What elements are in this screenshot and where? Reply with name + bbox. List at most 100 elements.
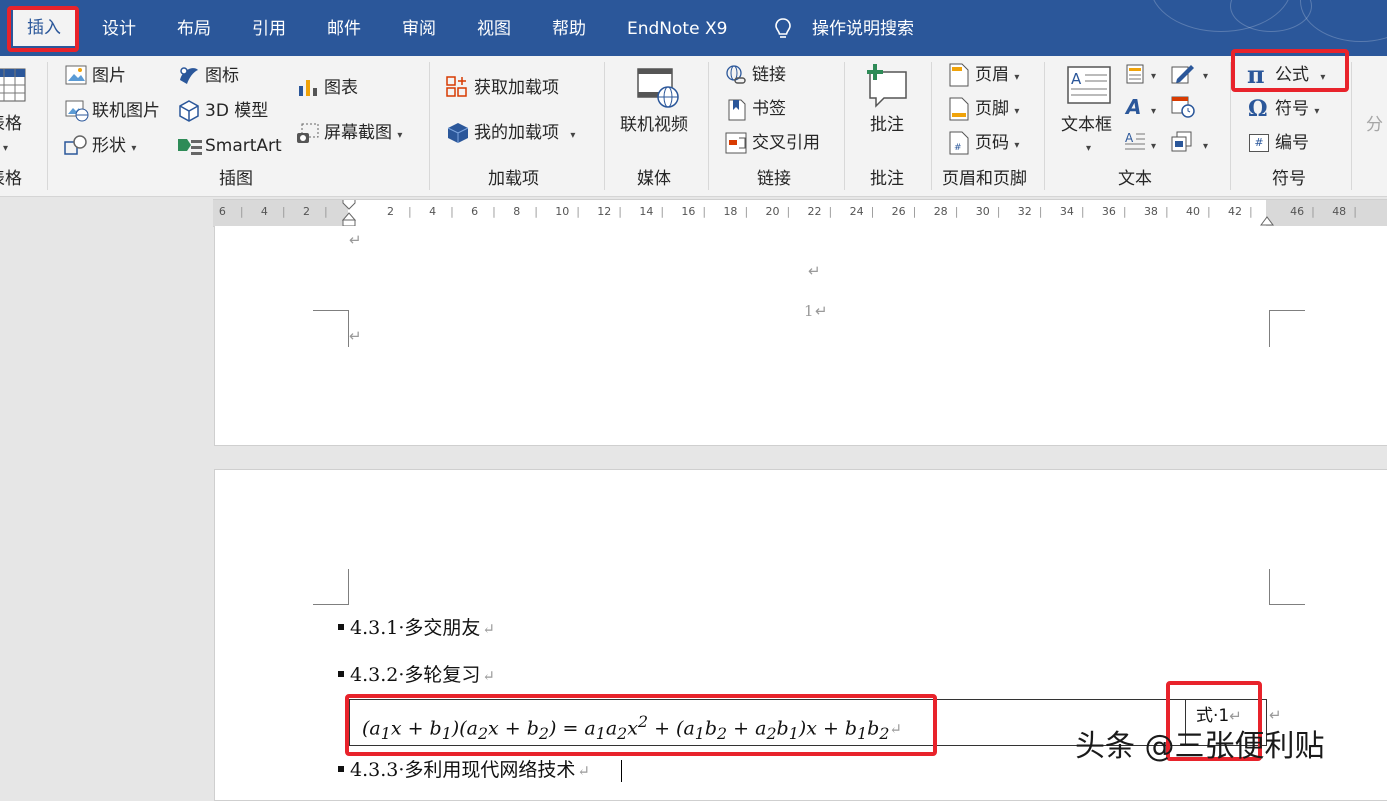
tab-endnote[interactable]: EndNote X9 [627, 17, 727, 41]
ruler-tick-label: 16 [681, 205, 696, 218]
my-addins-button[interactable]: 我的加载项 ▾ [474, 122, 575, 147]
tell-me-search[interactable]: 操作说明搜索 [812, 17, 914, 41]
pictures-button[interactable]: 图片 [92, 65, 126, 87]
ruler-tick-mark: | [996, 205, 1001, 218]
icons-button[interactable]: 图标 [205, 65, 239, 87]
ruler-tick-mark: | [323, 205, 328, 218]
online-video-button[interactable]: 联机视频 [620, 114, 688, 136]
header-dropdown-caret[interactable]: ▾ [1014, 72, 1019, 83]
quick-parts-dropdown-caret[interactable]: ▾ [1151, 66, 1156, 88]
cut-off-group-button[interactable]: 分 [1366, 114, 1383, 136]
crop-mark [1269, 569, 1305, 605]
group-separator [708, 62, 709, 190]
online-pictures-button[interactable]: 联机图片 [92, 100, 160, 122]
cross-reference-button[interactable]: 交叉引用 [752, 132, 820, 154]
document-page-1[interactable] [214, 226, 1387, 446]
ruler-tick-label: 18 [723, 205, 738, 218]
paragraph-mark: ↵ [482, 667, 495, 685]
paragraph-mark: ↵ [482, 620, 495, 638]
group-separator [604, 62, 605, 190]
omega-icon: Ω [1248, 96, 1268, 122]
paragraph-mark: ↵ [349, 231, 362, 249]
insert-tab-highlight [7, 6, 79, 52]
chart-button[interactable]: 图表 [324, 77, 358, 99]
ruler-tick-mark: | [702, 205, 707, 218]
ribbon-tab-bar: 插入 设计 布局 引用 邮件 审阅 视图 帮助 EndNote X9 操作说明搜… [0, 0, 1387, 56]
bookmark-icon [728, 99, 746, 121]
my-addins-label: 我的加载项 [474, 123, 559, 143]
page-number-dropdown-caret[interactable]: ▾ [1014, 140, 1019, 151]
heading-4-3-3[interactable]: 4.3.3·多利用现代网络技术 ↵ [338, 758, 590, 782]
symbol-button[interactable]: 符号 ▾ [1275, 98, 1319, 123]
shapes-dropdown-caret[interactable]: ▾ [131, 143, 136, 154]
ruler-tick-mark: | [1207, 205, 1211, 218]
footer-dropdown-caret[interactable]: ▾ [1014, 106, 1019, 117]
tab-review[interactable]: 审阅 [402, 17, 436, 41]
horizontal-ruler[interactable]: 6 | 4 | 2 | 2 | 4 | 6 | 8 | 10 | 12 | 14 | 16 | 18 | 20 | 22 | 24 | 26… [213, 199, 1387, 227]
heading-4-3-2[interactable]: 4.3.2·多轮复习 ↵ [338, 663, 495, 687]
group-separator [1044, 62, 1045, 190]
object-icon [1171, 131, 1192, 152]
heading-text: 4.3.2·多轮复习 [350, 664, 481, 686]
screenshot-label: 屏幕截图 [324, 123, 392, 143]
crop-mark [313, 569, 349, 605]
wordart-dropdown-caret[interactable]: ▾ [1151, 101, 1156, 123]
tab-mailings[interactable]: 邮件 [327, 17, 361, 41]
comment-button[interactable]: 批注 [870, 114, 904, 136]
tab-design[interactable]: 设计 [102, 17, 136, 41]
tab-help[interactable]: 帮助 [552, 17, 586, 41]
ruler-tick-mark: | [1249, 205, 1253, 218]
ruler-tick-mark: | [281, 205, 286, 218]
textbox-button[interactable]: 文本框 [1061, 114, 1112, 136]
bookmark-button[interactable]: 书签 [752, 98, 786, 120]
number-button[interactable]: 编号 [1275, 132, 1309, 154]
link-button[interactable]: 链接 [752, 64, 786, 86]
tab-references[interactable]: 引用 [252, 17, 286, 41]
ruler-tick-label: 12 [597, 205, 612, 218]
get-addins-button[interactable]: 获取加载项 [474, 77, 559, 99]
lightbulb-icon [775, 18, 791, 38]
ruler-tick-mark: | [492, 205, 496, 218]
drop-cap-dropdown-caret[interactable]: ▾ [1151, 136, 1156, 158]
screenshot-dropdown-caret[interactable]: ▾ [397, 130, 402, 141]
first-line-indent-marker[interactable] [342, 199, 356, 227]
svg-text:A: A [1071, 70, 1082, 88]
textbox-icon: A [1067, 66, 1111, 104]
ruler-tick-label: 36 [1101, 205, 1116, 218]
online-pictures-icon [65, 100, 89, 122]
ruler-right-margin [1266, 200, 1387, 226]
ruler-tick-label: 28 [933, 205, 948, 218]
footer-button[interactable]: 页脚 ▾ [975, 98, 1019, 123]
pictures-icon [65, 65, 87, 85]
table-button[interactable]: 表格 [0, 113, 22, 135]
right-indent-marker[interactable] [1260, 213, 1274, 227]
comment-icon [867, 64, 907, 108]
symbol-dropdown-caret[interactable]: ▾ [1314, 106, 1319, 117]
tab-view[interactable]: 视图 [477, 17, 511, 41]
ruler-tick-mark: | [1311, 205, 1315, 218]
3d-models-button[interactable]: 3D 模型 [205, 100, 268, 122]
my-addins-dropdown-caret[interactable]: ▾ [570, 130, 575, 141]
header-button[interactable]: 页眉 ▾ [975, 64, 1019, 89]
ruler-tick-label: 14 [639, 205, 654, 218]
ruler-tick-mark: | [1122, 205, 1127, 218]
group-label-text: 文本 [1118, 169, 1152, 189]
textbox-dropdown-caret[interactable]: ▾ [1086, 138, 1091, 160]
screenshot-button[interactable]: 屏幕截图 ▾ [324, 122, 402, 147]
group-separator [47, 62, 48, 190]
wordart-icon[interactable]: A [1126, 96, 1141, 118]
page-number-button[interactable]: 页码 ▾ [975, 132, 1019, 157]
equation-button-highlight [1231, 49, 1349, 92]
ruler-tick-label: 6 [471, 205, 479, 218]
object-dropdown-caret[interactable]: ▾ [1203, 136, 1208, 158]
text-cursor [621, 760, 622, 782]
smartart-button[interactable]: SmartArt [205, 135, 282, 157]
heading-4-3-1[interactable]: 4.3.1·多交朋友 ↵ [338, 616, 495, 640]
crop-mark [313, 310, 349, 347]
shapes-button[interactable]: 形状 ▾ [92, 135, 136, 160]
ruler-tick-mark: | [828, 205, 833, 218]
signature-line-dropdown-caret[interactable]: ▾ [1203, 66, 1208, 88]
tab-layout[interactable]: 布局 [177, 17, 211, 41]
crop-mark [1269, 310, 1305, 347]
table-dropdown-caret[interactable]: ▾ [3, 138, 8, 160]
